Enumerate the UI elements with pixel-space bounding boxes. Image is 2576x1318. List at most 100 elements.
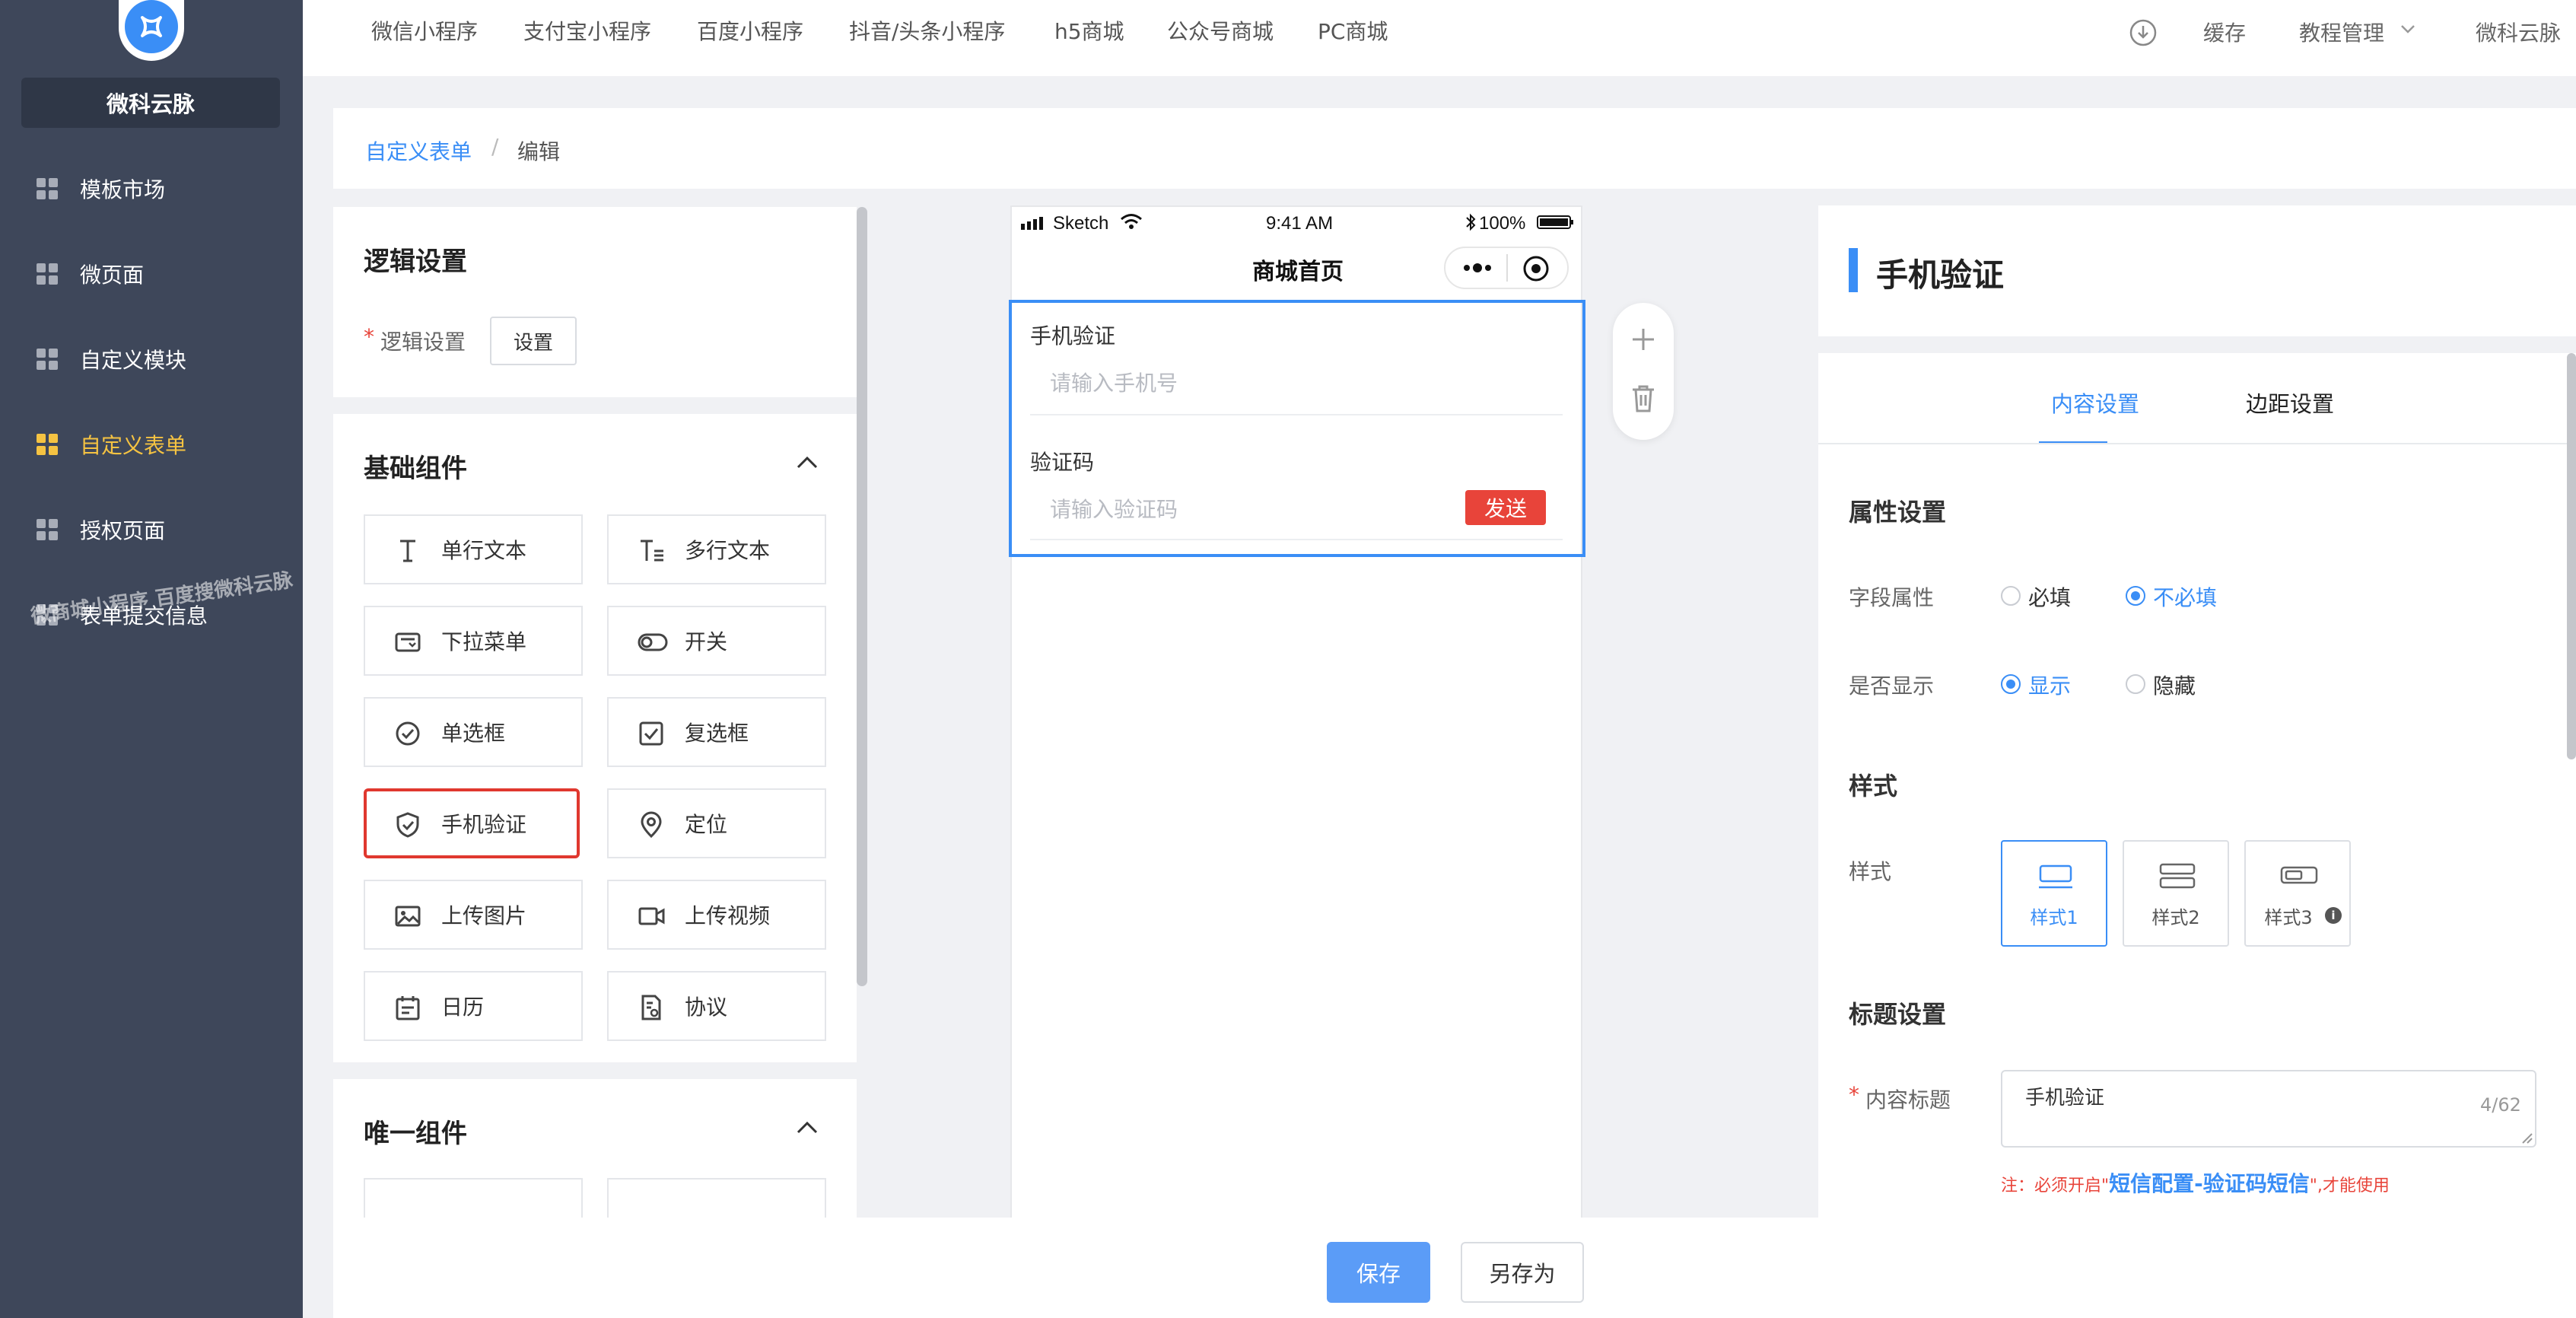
download-icon[interactable] [2129,18,2158,47]
component-label: 开关 [685,629,728,654]
radio-hide[interactable] [2126,674,2145,694]
logic-setting-button[interactable]: 设置 [490,317,577,365]
left-panel-scrollbar[interactable] [857,207,867,986]
save-as-button[interactable]: 另存为 [1461,1242,1584,1303]
chevron-up-icon[interactable] [796,455,819,470]
resize-handle-icon[interactable] [2521,1132,2533,1144]
component-calendar[interactable]: 日历 [364,971,583,1041]
component-checkbox[interactable]: 复选框 [607,697,826,767]
right-panel-scrollbar[interactable] [2567,353,2576,759]
component-radio[interactable]: 单选框 [364,697,583,767]
grid-icon [37,349,58,370]
sms-config-link[interactable]: 短信配置-验证码短信 [2109,1171,2310,1196]
breadcrumb: 自定义表单 / 编辑 [333,108,2576,189]
top-nav-alipay[interactable]: 支付宝小程序 [523,15,651,46]
sms-note-suffix: ",才能使用 [2309,1176,2390,1195]
brand-name: 微科云脉 [21,78,280,128]
add-icon[interactable] [1630,326,1657,353]
top-nav-baidu[interactable]: 百度小程序 [697,15,803,46]
component-upload-video[interactable]: 上传视频 [607,880,826,950]
char-counter: 4/62 [2480,1094,2521,1116]
breadcrumb-separator: / [491,134,499,159]
cache-button[interactable]: 缓存 [2203,17,2246,47]
info-icon[interactable]: i [2325,907,2342,924]
style-option-3[interactable]: 样式3 i [2244,840,2351,947]
top-nav-wechat[interactable]: 微信小程序 [371,15,478,46]
top-nav-pc[interactable]: PC商城 [1318,15,1388,46]
component-phone-verify[interactable]: 手机验证 [364,788,580,858]
sidebar-item-auth-page[interactable]: 授权页面 [0,499,303,560]
style-option-label: 样式2 [2151,907,2200,928]
breadcrumb-parent-link[interactable]: 自定义表单 [365,135,472,166]
style-option-2[interactable]: 样式2 [2123,840,2229,947]
component-multi-line-text[interactable]: 多行文本 [607,514,826,584]
radio-show[interactable] [2001,674,2021,694]
style-heading: 样式 [1849,772,1898,801]
style-option-1[interactable]: 样式1 [2001,840,2107,947]
sidebar-item-custom-form[interactable]: 自定义表单 [0,414,303,475]
style-label: 样式 [1849,859,1892,884]
sidebar-item-micro-page[interactable]: 微页面 [0,244,303,304]
chevron-down-icon [2399,23,2416,35]
radio-show-label[interactable]: 显示 [2028,670,2071,700]
tab-content-settings[interactable]: 内容设置 [2051,387,2139,419]
radio-hide-label[interactable]: 隐藏 [2153,670,2196,700]
component-dropdown[interactable]: 下拉菜单 [364,606,583,676]
logo-icon [125,0,178,53]
settings-header: 手机验证 [1818,205,2576,336]
component-label: 协议 [685,995,728,1020]
component-upload-image[interactable]: 上传图片 [364,880,583,950]
user-menu[interactable]: 微科云脉 [2476,17,2561,47]
grid-icon [37,178,58,199]
content-title-input[interactable]: 手机验证 4/62 [2001,1070,2536,1148]
sidebar-item-label: 模板市场 [80,177,166,202]
wifi-icon [1120,213,1143,231]
top-nav-bar: 微信小程序 支付宝小程序 百度小程序 抖音/头条小程序 h5商城 公众号商城 P… [303,0,2576,76]
component-label: 多行文本 [685,538,771,563]
top-nav-official-account[interactable]: 公众号商城 [1167,15,1274,46]
radio-required[interactable] [2001,586,2021,606]
sms-note-prefix: 注：必须开启" [2001,1176,2110,1195]
top-nav-h5[interactable]: h5商城 [1054,15,1124,46]
mini-program-capsule[interactable] [1444,247,1569,289]
component-label: 下拉菜单 [441,629,527,654]
sidebar-item-template-market[interactable]: 模板市场 [0,158,303,219]
sidebar-item-custom-module[interactable]: 自定义模块 [0,329,303,390]
tab-spacing-settings[interactable]: 边距设置 [2246,387,2334,419]
component-toolbar [1613,303,1674,440]
tutorial-menu[interactable]: 教程管理 [2299,17,2384,47]
component-toggle[interactable]: 开关 [607,606,826,676]
trash-icon[interactable] [1630,384,1657,414]
component-location[interactable]: 定位 [607,788,826,858]
display-label: 是否显示 [1849,673,1935,699]
content-title-label: 内容标题 [1865,1087,1951,1113]
more-dots-icon[interactable] [1462,262,1493,274]
header-accent-bar [1849,248,1858,292]
checkbox-icon [638,720,665,747]
unique-component-item[interactable] [607,1178,826,1218]
component-label: 上传图片 [441,903,527,928]
sms-note: 注：必须开启"短信配置-验证码短信",才能使用 [2001,1167,2390,1198]
component-agreement[interactable]: 协议 [607,971,826,1041]
required-mark: * [1849,1082,1859,1107]
radio-required-label[interactable]: 必填 [2028,581,2071,612]
unique-components-panel: 唯一组件 [333,1079,857,1218]
radio-not-required[interactable] [2126,586,2145,606]
style3-preview-icon [2279,864,2319,887]
content-title-value: 手机验证 [2025,1087,2105,1109]
location-pin-icon [638,811,665,839]
send-code-button[interactable]: 发送 [1465,490,1546,525]
close-target-icon[interactable] [1522,254,1550,283]
chevron-up-icon[interactable] [796,1120,819,1135]
component-single-line-text[interactable]: 单行文本 [364,514,583,584]
top-nav-douyin[interactable]: 抖音/头条小程序 [849,15,1005,46]
bottom-action-bar [333,1218,2576,1318]
save-button[interactable]: 保存 [1327,1242,1430,1303]
app-logo[interactable] [119,0,184,61]
radio-not-required-label[interactable]: 不必填 [2153,581,2217,612]
unique-component-item[interactable] [364,1178,583,1218]
sidebar-item-label: 自定义模块 [80,348,187,373]
grid-icon [37,519,58,540]
signal-icon [1021,216,1045,230]
radio-icon [394,720,421,747]
